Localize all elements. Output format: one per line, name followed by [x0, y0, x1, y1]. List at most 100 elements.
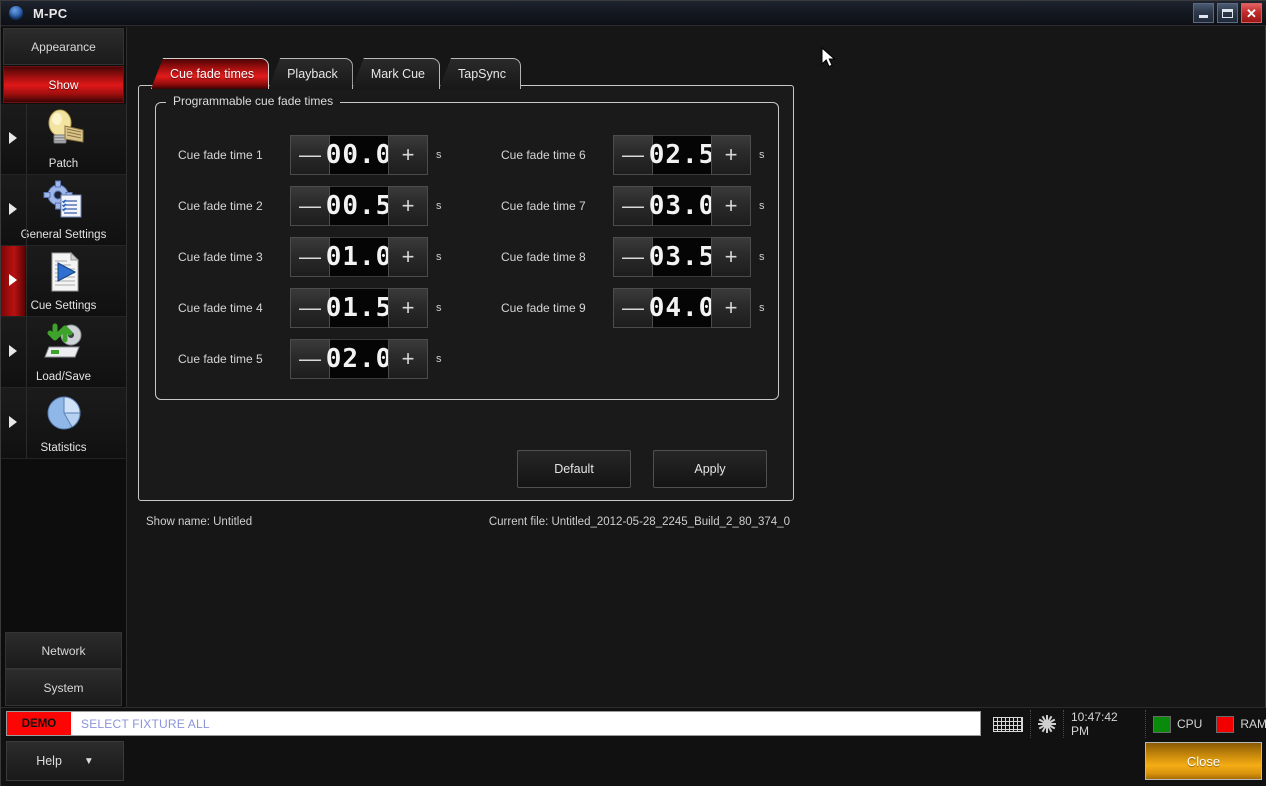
row-label: Cue fade time 1 — [178, 148, 263, 162]
mouse-cursor — [821, 47, 836, 68]
value-display[interactable]: 04.0 — [649, 288, 714, 328]
show-name-label: Show name: Untitled — [146, 516, 253, 528]
sidebar-item-patch[interactable]: Patch — [1, 104, 126, 175]
sidebar-item-cue-settings[interactable]: Cue Settings — [1, 246, 126, 317]
cpu-indicator: CPU — [1146, 710, 1209, 738]
increment-button[interactable]: + — [388, 339, 428, 379]
nav-separator — [26, 388, 27, 458]
value-display[interactable]: 03.0 — [649, 186, 714, 226]
chevron-right-icon — [9, 274, 17, 286]
clock-label: 10:47:42 PM — [1064, 710, 1146, 738]
increment-button[interactable]: + — [711, 135, 751, 175]
decrement-button[interactable]: — — [290, 186, 330, 226]
cue-fade-time-row: Cue fade time 2 — 00.5 + s — [178, 184, 442, 228]
close-button[interactable]: Close — [1145, 742, 1262, 780]
spinner: — 02.0 + — [290, 339, 428, 379]
value-display[interactable]: 00.5 — [326, 186, 391, 226]
cue-fade-time-row: Cue fade time 1 — 00.0 + s — [178, 133, 442, 177]
decrement-button[interactable]: — — [613, 237, 653, 277]
tab-cue-fade-times[interactable]: Cue fade times — [151, 58, 270, 89]
group-title: Programmable cue fade times — [166, 94, 341, 108]
sidebar-item-general-settings[interactable]: General Settings — [1, 175, 126, 246]
cue-fade-time-row: Cue fade time 6 — 02.5 + s — [501, 133, 765, 177]
decrement-button[interactable]: — — [613, 288, 653, 328]
gear-list-icon — [43, 180, 81, 218]
value-display[interactable]: 01.5 — [326, 288, 391, 328]
close-window-button[interactable]: ✕ — [1241, 3, 1262, 23]
unit-label: s — [436, 353, 442, 365]
value-display[interactable]: 03.5 — [649, 237, 714, 277]
tab-panel: Programmable cue fade times Cue fade tim… — [138, 85, 794, 501]
row-label: Cue fade time 6 — [501, 148, 586, 162]
sidebar-button-show[interactable]: Show — [3, 66, 124, 103]
sidebar: Appearance Show Patch General Settings C… — [1, 27, 127, 707]
decrement-button[interactable]: — — [290, 237, 330, 277]
keyboard-icon — [993, 716, 1023, 732]
status-bar: 10:47:42 PM CPU RAM — [986, 709, 1266, 739]
decrement-button[interactable]: — — [290, 339, 330, 379]
keyboard-button[interactable] — [986, 710, 1031, 738]
cue-fade-time-row: Cue fade time 3 — 01.0 + s — [178, 235, 442, 279]
row-label: Cue fade time 3 — [178, 250, 263, 264]
brightness-button[interactable] — [1031, 710, 1064, 738]
ram-indicator: RAM — [1209, 710, 1266, 738]
sidebar-item-statistics[interactable]: Statistics — [1, 388, 126, 459]
cue-fade-time-row: Cue fade time 7 — 03.0 + s — [501, 184, 765, 228]
nav-separator — [26, 317, 27, 387]
sidebar-button-network[interactable]: Network — [5, 632, 122, 669]
tab-tapsync[interactable]: TapSync — [439, 58, 521, 89]
row-label: Cue fade time 5 — [178, 352, 263, 366]
minimize-button[interactable] — [1193, 3, 1214, 23]
chevron-right-icon — [9, 416, 17, 428]
title-bar: M-PC ✕ — [1, 1, 1266, 26]
increment-button[interactable]: + — [388, 135, 428, 175]
unit-label: s — [436, 251, 442, 263]
cue-fade-time-row: Cue fade time 9 — 04.0 + s — [501, 286, 765, 330]
cue-fade-time-row: Cue fade time 8 — 03.5 + s — [501, 235, 765, 279]
ram-led — [1216, 715, 1235, 733]
apply-button[interactable]: Apply — [653, 450, 767, 488]
unit-label: s — [759, 149, 765, 161]
application-window: M-PC ✕ Appearance Show Patch General Set… — [0, 0, 1266, 786]
value-display[interactable]: 01.0 — [326, 237, 391, 277]
decrement-button[interactable]: — — [290, 288, 330, 328]
unit-label: s — [759, 302, 765, 314]
window-title: M-PC — [33, 5, 68, 21]
decrement-button[interactable]: — — [613, 186, 653, 226]
spinner: — 00.5 + — [290, 186, 428, 226]
increment-button[interactable]: + — [711, 186, 751, 226]
chevron-right-icon — [9, 203, 17, 215]
row-label: Cue fade time 8 — [501, 250, 586, 264]
nav-separator — [26, 175, 27, 245]
maximize-button[interactable] — [1217, 3, 1238, 23]
sidebar-item-load-save[interactable]: Load/Save — [1, 317, 126, 388]
default-button[interactable]: Default — [517, 450, 631, 488]
value-display[interactable]: 02.5 — [649, 135, 714, 175]
increment-button[interactable]: + — [711, 288, 751, 328]
command-input-text[interactable]: SELECT FIXTURE ALL — [81, 717, 210, 731]
increment-button[interactable]: + — [388, 186, 428, 226]
increment-button[interactable]: + — [388, 288, 428, 328]
decrement-button[interactable]: — — [613, 135, 653, 175]
sun-icon — [1038, 715, 1056, 733]
increment-button[interactable]: + — [388, 237, 428, 277]
help-button[interactable]: Help ▼ — [6, 741, 124, 781]
value-display[interactable]: 02.0 — [326, 339, 391, 379]
spinner: — 04.0 + — [613, 288, 751, 328]
spinner: — 01.0 + — [290, 237, 428, 277]
decrement-button[interactable]: — — [290, 135, 330, 175]
sidebar-button-system[interactable]: System — [5, 669, 122, 706]
spinner: — 03.0 + — [613, 186, 751, 226]
tab-mark-cue[interactable]: Mark Cue — [351, 58, 440, 89]
value-display[interactable]: 00.0 — [326, 135, 391, 175]
programmable-cue-fade-times-group: Programmable cue fade times Cue fade tim… — [155, 94, 779, 400]
increment-button[interactable]: + — [711, 237, 751, 277]
sidebar-button-appearance[interactable]: Appearance — [3, 28, 124, 65]
window-controls: ✕ — [1193, 3, 1262, 23]
unit-label: s — [436, 200, 442, 212]
spinner: — 00.0 + — [290, 135, 428, 175]
command-bar[interactable]: DEMO SELECT FIXTURE ALL — [6, 711, 981, 736]
tab-playback[interactable]: Playback — [268, 58, 353, 89]
row-label: Cue fade time 4 — [178, 301, 263, 315]
spinner: — 03.5 + — [613, 237, 751, 277]
